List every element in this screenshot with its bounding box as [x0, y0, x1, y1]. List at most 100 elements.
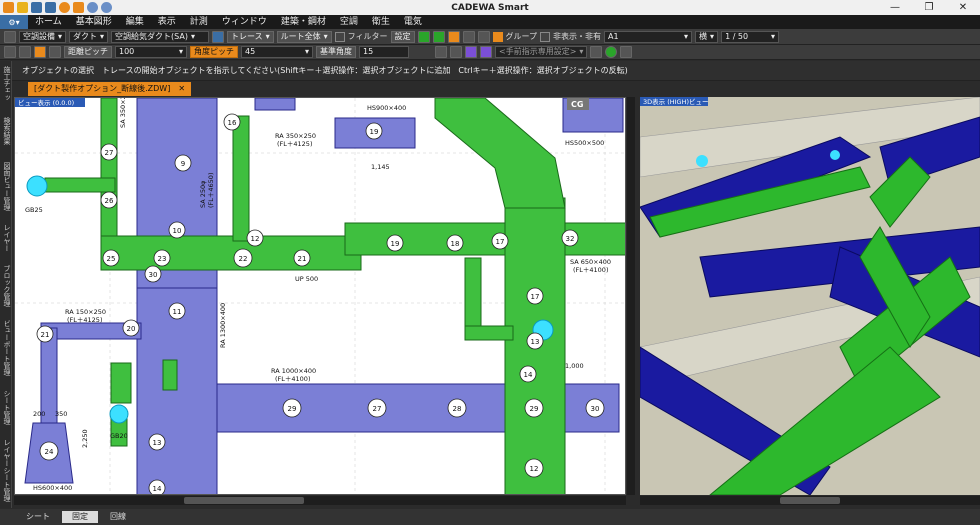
left-tab-sheet[interactable]: シート管理 — [0, 385, 12, 429]
sa-duct-12[interactable] — [162, 359, 178, 391]
close-button[interactable]: ✕ — [946, 0, 980, 15]
scale-value: 1 / 50 — [725, 31, 749, 41]
left-tab-viewport[interactable]: ビューポート管理 — [0, 317, 12, 379]
marker-label: 19 — [370, 128, 379, 136]
line-icon[interactable] — [19, 46, 31, 58]
grid-view-icon[interactable] — [477, 30, 490, 43]
menu-hvac[interactable]: 空調 — [333, 15, 365, 29]
filter-icon[interactable] — [432, 30, 445, 43]
menu-edit[interactable]: 編集 — [119, 15, 151, 29]
scale-select[interactable]: 1 / 50 ▾ — [721, 30, 780, 43]
text-icon[interactable] — [73, 2, 84, 13]
vertical-scrollbar-2d[interactable] — [627, 97, 635, 495]
duct-select[interactable]: ダクト ▾ — [69, 30, 109, 43]
bottom-tab-circuit[interactable]: 回線 — [100, 511, 136, 523]
sa-duct-1[interactable] — [100, 98, 118, 249]
filter-checkbox[interactable] — [334, 31, 345, 42]
distance-pitch-input[interactable]: 100 ▾ — [115, 46, 187, 58]
base-angle-button[interactable]: 基準角度 — [316, 46, 356, 58]
pen-icon[interactable] — [34, 46, 46, 58]
globe-icon[interactable] — [605, 46, 617, 58]
menu-electric[interactable]: 電気 — [397, 15, 429, 29]
panel-icon[interactable] — [450, 46, 462, 58]
distance-pitch-button[interactable]: 距離ピッチ — [64, 46, 112, 58]
grid-icon[interactable] — [212, 30, 225, 43]
close-icon[interactable]: ✕ — [178, 82, 185, 96]
palette-icon[interactable] — [480, 46, 492, 58]
angle-pitch-input[interactable]: 45 ▾ — [241, 46, 313, 58]
left-tab-layer-sheet[interactable]: レイヤーシート管理 — [0, 435, 12, 505]
sa-duct-7[interactable] — [232, 115, 250, 242]
minimize-button[interactable]: — — [878, 0, 912, 15]
refresh-icon[interactable] — [59, 2, 70, 13]
menu-basic-shapes[interactable]: 基本図形 — [69, 15, 119, 29]
select-icon[interactable] — [417, 30, 430, 43]
redo-icon[interactable] — [101, 2, 112, 13]
menu-measure[interactable]: 計測 — [183, 15, 215, 29]
save-as-icon[interactable] — [45, 2, 56, 13]
left-tab-search-results[interactable]: 検索結果 — [0, 111, 12, 151]
edit-icon[interactable] — [49, 46, 61, 58]
route-select[interactable]: ルート全体 ▾ — [276, 30, 332, 43]
3d-sa-4[interactable] — [869, 156, 931, 228]
left-tab-drawing-view[interactable]: 図面ビュー管理 — [0, 157, 12, 215]
trace-select[interactable]: トレース ▾ — [227, 30, 274, 43]
app-menu-button[interactable]: ⚙▾ — [0, 15, 28, 29]
bottom-tab-sheet[interactable]: シート — [16, 511, 60, 523]
angle-pitch-button[interactable]: 角度ピッチ — [190, 46, 238, 58]
layout-icon[interactable] — [462, 30, 475, 43]
view-icon[interactable] — [447, 30, 460, 43]
color-icon[interactable] — [465, 46, 477, 58]
diffuser-gb20[interactable] — [109, 404, 129, 424]
sa-duct-10[interactable] — [110, 362, 132, 404]
layer-icon[interactable] — [4, 30, 16, 43]
drawing-2d-view[interactable]: 16 19 9 27 26 10 25 23 20 21 30 19 18 17… — [14, 97, 626, 495]
base-angle-input[interactable]: 15 — [359, 46, 409, 58]
menu-building[interactable]: 建築・鋼材 — [274, 15, 333, 29]
bottom-tab-fixed[interactable]: 固定 — [62, 511, 98, 523]
maximize-button[interactable]: ❐ — [912, 0, 946, 15]
scroll-thumb-3d[interactable] — [780, 497, 840, 504]
diffuser-gb25[interactable] — [26, 175, 48, 197]
horizontal-scrollbar-3d[interactable] — [640, 496, 980, 505]
ra-duct-5[interactable] — [40, 327, 58, 424]
sa-duct-9[interactable] — [464, 325, 514, 341]
menu-view[interactable]: 表示 — [151, 15, 183, 29]
document-tab[interactable]: [ダクト製作オプション_断線後.ZDW] ✕ — [28, 82, 192, 96]
menu-sanitary[interactable]: 衛生 — [365, 15, 397, 29]
left-tab-construction-check[interactable]: 施工チェック — [0, 63, 12, 103]
horizontal-scrollbar-2d[interactable] — [14, 496, 626, 505]
hide-checkbox[interactable] — [540, 31, 551, 42]
orientation-select[interactable]: 横 ▾ — [695, 30, 719, 43]
left-tab-layer[interactable]: レイヤー — [0, 221, 12, 255]
menu-window[interactable]: ウィンドウ — [215, 15, 274, 29]
sa-duct-3[interactable] — [44, 177, 116, 193]
filter-label: フィルター — [347, 32, 388, 41]
equipment-select[interactable]: 空調設備 ▾ — [19, 30, 67, 43]
sa-duct-4[interactable] — [344, 222, 506, 256]
sa-duct-2[interactable] — [100, 235, 362, 271]
pencil-icon[interactable] — [435, 46, 447, 58]
drawing-3d-view[interactable]: 3D表示 (HIGH)ビュー — [640, 97, 980, 495]
drawing-2d-svg[interactable]: 16 19 9 27 26 10 25 23 20 21 30 19 18 17… — [15, 98, 626, 495]
save-icon[interactable] — [31, 2, 42, 13]
ra-duct-8[interactable] — [254, 98, 296, 111]
open-icon[interactable] — [17, 2, 28, 13]
system-select[interactable]: 空調給気ダクト(SA) ▾ — [111, 30, 210, 43]
marker-label: 29 — [288, 405, 297, 413]
snap-icon[interactable] — [4, 46, 16, 58]
app-icon[interactable] — [3, 2, 14, 13]
cg-badge[interactable]: CG — [571, 100, 583, 109]
group-checkbox[interactable] — [492, 31, 503, 42]
apply-icon[interactable] — [590, 46, 602, 58]
preset-select[interactable]: <手前指示専用設定> ▾ — [495, 46, 587, 58]
settings-button[interactable]: 設定 — [390, 30, 415, 43]
sheet-select[interactable]: A1 ▾ — [604, 30, 693, 43]
left-tab-block[interactable]: ブロック管理 — [0, 261, 12, 311]
marker-label: 10 — [173, 227, 182, 235]
marker-label: 19 — [391, 240, 400, 248]
undo-icon[interactable] — [87, 2, 98, 13]
scroll-thumb[interactable] — [184, 497, 304, 504]
menu-home[interactable]: ホーム — [28, 15, 69, 29]
settings-icon[interactable] — [620, 46, 632, 58]
